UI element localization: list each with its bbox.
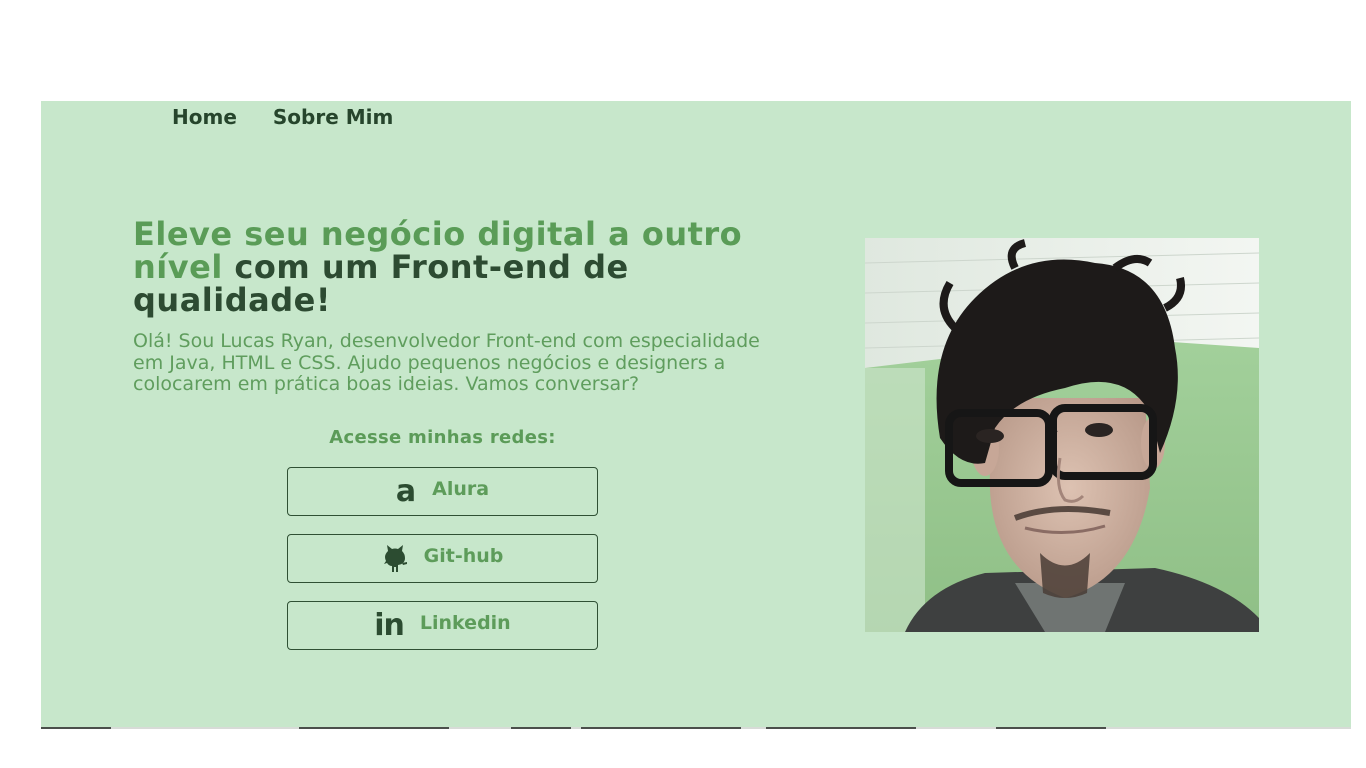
main-nav: Home Sobre Mim (172, 104, 393, 130)
alura-button[interactable]: a Alura (287, 467, 598, 516)
divider-segment (41, 727, 111, 729)
github-button[interactable]: Git-hub (287, 534, 598, 583)
linkedin-button[interactable]: in Linkedin (287, 601, 598, 650)
profile-photo (865, 238, 1259, 632)
divider-segment (581, 727, 741, 729)
social-title: Acesse minhas redes: (329, 427, 556, 448)
alura-label: Alura (432, 477, 490, 500)
divider-segment (766, 727, 916, 729)
divider-segment (299, 727, 449, 729)
nav-about-link[interactable]: Sobre Mim (273, 104, 393, 130)
bottom-divider (41, 727, 1351, 729)
nav-home-link[interactable]: Home (172, 104, 237, 130)
linkedin-icon: in (374, 607, 405, 643)
alura-icon: a (395, 473, 417, 509)
divider-segment (511, 727, 571, 729)
linkedin-label: Linkedin (419, 611, 511, 634)
github-label: Git-hub (423, 544, 504, 567)
hero-intro: Olá! Sou Lucas Ryan, desenvolvedor Front… (133, 330, 760, 395)
profile-photo-image (865, 238, 1259, 632)
divider-segment (996, 727, 1106, 729)
hero-headline: Eleve seu negócio digital a outro nível … (133, 218, 743, 317)
github-icon (383, 544, 407, 572)
page: Home Sobre Mim Eleve seu negócio digital… (0, 0, 1366, 768)
